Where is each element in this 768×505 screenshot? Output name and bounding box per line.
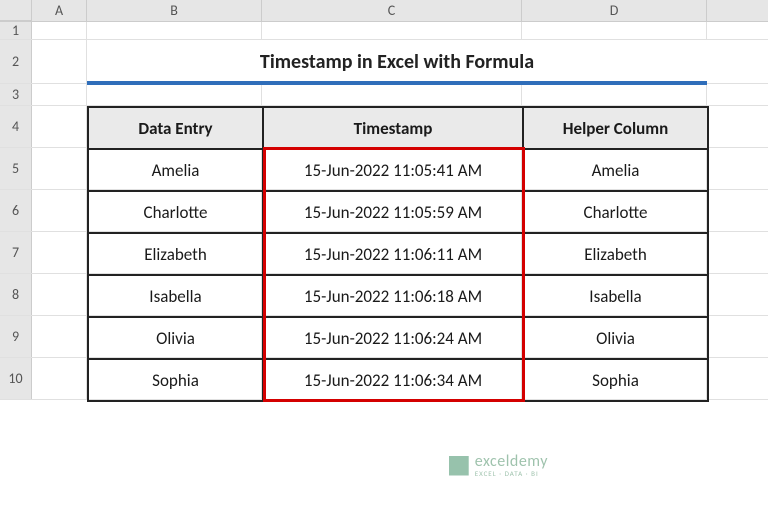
cell-a8[interactable] [32,274,87,315]
cell-helper[interactable]: Charlotte [523,191,708,233]
col-header-d[interactable]: D [522,0,707,21]
cell-timestamp[interactable]: 15-Jun-2022 11:06:11 AM [263,233,523,275]
cell-timestamp[interactable]: 15-Jun-2022 11:05:41 AM [263,149,523,191]
cell-b3[interactable] [87,84,262,105]
cell-entry[interactable]: Amelia [88,149,263,191]
cell-timestamp[interactable]: 15-Jun-2022 11:06:18 AM [263,275,523,317]
cell-helper[interactable]: Elizabeth [523,233,708,275]
watermark-main: exceldemy [475,454,548,470]
watermark-text: exceldemy EXCEL · DATA · BI [475,454,548,477]
watermark-sub: EXCEL · DATA · BI [475,470,548,477]
table-row: Sophia 15-Jun-2022 11:06:34 AM Sophia [88,359,708,401]
col-header-b[interactable]: B [87,0,262,21]
cell-a10[interactable] [32,358,87,399]
row-2: 2 Timestamp in Excel with Formula [0,40,768,84]
cell-helper[interactable]: Olivia [523,317,708,359]
cell-c1[interactable] [262,22,522,39]
row-header-4[interactable]: 4 [0,106,32,147]
cell-a2[interactable] [32,40,87,83]
cell-entry[interactable]: Charlotte [88,191,263,233]
row-1: 1 [0,22,768,40]
title-text: Timestamp in Excel with Formula [260,50,534,74]
cell-entry[interactable]: Sophia [88,359,263,401]
row-header-1[interactable]: 1 [0,22,32,39]
row-header-7[interactable]: 7 [0,232,32,273]
cell-c3[interactable] [262,84,522,105]
table-row: Isabella 15-Jun-2022 11:06:18 AM Isabell… [88,275,708,317]
col-header-c[interactable]: C [262,0,522,21]
watermark-icon [449,456,469,476]
cell-entry[interactable]: Isabella [88,275,263,317]
header-data-entry[interactable]: Data Entry [88,107,263,149]
row-header-3[interactable]: 3 [0,84,32,105]
cell-entry[interactable]: Olivia [88,317,263,359]
cell-a1[interactable] [32,22,87,39]
cell-a4[interactable] [32,106,87,147]
row-header-2[interactable]: 2 [0,40,32,83]
table-row: Olivia 15-Jun-2022 11:06:24 AM Olivia [88,317,708,359]
row-3: 3 [0,84,768,106]
cell-d3[interactable] [522,84,707,105]
cell-entry[interactable]: Elizabeth [88,233,263,275]
page-title[interactable]: Timestamp in Excel with Formula [87,40,707,83]
row-header-9[interactable]: 9 [0,316,32,357]
table-row: Charlotte 15-Jun-2022 11:05:59 AM Charlo… [88,191,708,233]
cell-a3[interactable] [32,84,87,105]
cell-helper[interactable]: Isabella [523,275,708,317]
cell-timestamp[interactable]: 15-Jun-2022 11:06:24 AM [263,317,523,359]
table-row: Elizabeth 15-Jun-2022 11:06:11 AM Elizab… [88,233,708,275]
spreadsheet: A B C D 1 2 Timestamp in Excel with Form… [0,0,768,505]
header-helper[interactable]: Helper Column [523,107,708,149]
title-underline [87,81,707,85]
col-header-a[interactable]: A [32,0,87,21]
cell-helper[interactable]: Sophia [523,359,708,401]
cell-a7[interactable] [32,232,87,273]
cell-timestamp[interactable]: 15-Jun-2022 11:05:59 AM [263,191,523,233]
row-header-6[interactable]: 6 [0,190,32,231]
cell-a6[interactable] [32,190,87,231]
cell-d1[interactable] [522,22,707,39]
row-header-8[interactable]: 8 [0,274,32,315]
column-headers: A B C D [0,0,768,22]
cell-timestamp[interactable]: 15-Jun-2022 11:06:34 AM [263,359,523,401]
cell-helper[interactable]: Amelia [523,149,708,191]
select-all-corner[interactable] [0,0,32,21]
header-timestamp[interactable]: Timestamp [263,107,523,149]
cell-b1[interactable] [87,22,262,39]
cell-a9[interactable] [32,316,87,357]
row-header-10[interactable]: 10 [0,358,32,399]
row-header-5[interactable]: 5 [0,148,32,189]
cell-a5[interactable] [32,148,87,189]
table-header-row: Data Entry Timestamp Helper Column [88,107,708,149]
watermark: exceldemy EXCEL · DATA · BI [449,454,548,477]
table-row: Amelia 15-Jun-2022 11:05:41 AM Amelia [88,149,708,191]
data-table: Data Entry Timestamp Helper Column Ameli… [87,106,709,402]
